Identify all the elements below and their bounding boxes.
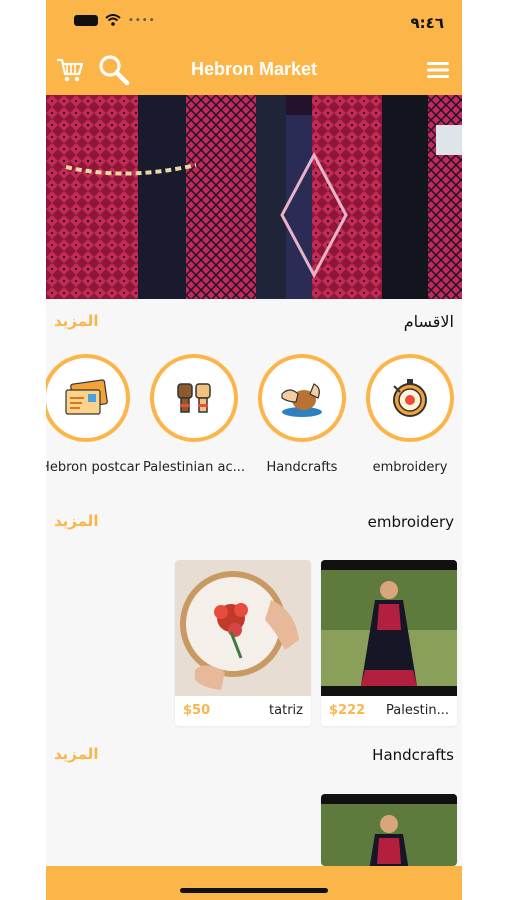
embroidery-section-title: embroidery (367, 513, 454, 531)
status-icons: •••• (74, 14, 156, 26)
category-label: Palestinian ac... (142, 460, 245, 475)
category-embroidery[interactable]: embroidery (356, 354, 462, 475)
category-label: Handcrafts (266, 460, 338, 475)
category-handcrafts[interactable]: Handcrafts (248, 354, 356, 475)
category-circle (150, 354, 238, 442)
category-label: embroidery (372, 460, 448, 475)
postcards-icon (65, 379, 108, 415)
embroidery-hoop-icon (393, 379, 427, 417)
category-circle (46, 354, 130, 442)
dress-photo-image (321, 560, 457, 696)
wifi-icon (105, 14, 121, 26)
product-price: $222 (329, 703, 366, 718)
product-card[interactable]: $222 Palestin... (321, 560, 457, 726)
home-indicator[interactable] (180, 888, 328, 893)
embroidery-header: المزيد embroidery (46, 508, 462, 538)
app-title: Hebron Market (190, 59, 318, 79)
category-label: Hebron postcar (46, 460, 140, 475)
product-footer: $222 Palestin... (321, 696, 457, 726)
embroidery-more-link[interactable]: المزيد (54, 512, 98, 530)
status-time: ٩:٤٦ (410, 14, 444, 32)
product-card[interactable] (321, 794, 457, 866)
handcrafts-header: المزيد Handcrafts (46, 741, 462, 771)
embroidery-hoop-photo-image (175, 560, 311, 696)
menu-button[interactable] (422, 54, 454, 86)
battery-icon (74, 14, 98, 26)
pottery-hands-icon (281, 383, 322, 417)
product-price: $50 (183, 703, 211, 718)
product-image (175, 560, 311, 696)
product-card[interactable]: $50 tatriz (175, 560, 311, 726)
raised-fists-icon (177, 383, 211, 413)
signal-icon: •••• (128, 14, 156, 26)
product-footer: $50 tatriz (175, 696, 311, 726)
bottom-bar (46, 866, 462, 900)
product-name: tatriz (269, 703, 303, 718)
category-hebron-postcards[interactable]: Hebron postcar (46, 354, 140, 475)
category-circle (258, 354, 346, 442)
embroidered-dresses-image (46, 95, 462, 299)
handcrafts-more-link[interactable]: المزيد (54, 745, 98, 763)
hero-banner[interactable] (46, 95, 462, 299)
dress-photo-image (321, 794, 457, 866)
app-header: •••• ٩:٤٦ Hebron Market (46, 0, 462, 95)
category-palestinian-accessories[interactable]: Palestinian ac... (140, 354, 248, 475)
product-image (321, 794, 457, 866)
app-screen: •••• ٩:٤٦ Hebron Market المزيد الاقسام e… (46, 0, 462, 900)
categories-header: المزيد الاقسام (46, 308, 462, 338)
hamburger-menu-icon (427, 62, 449, 78)
product-image (321, 560, 457, 696)
categories-more-link[interactable]: المزيد (54, 312, 98, 330)
categories-title: الاقسام (403, 312, 454, 331)
category-circle (366, 354, 454, 442)
product-name: Palestin... (386, 703, 449, 718)
handcrafts-section-title: Handcrafts (372, 746, 454, 764)
